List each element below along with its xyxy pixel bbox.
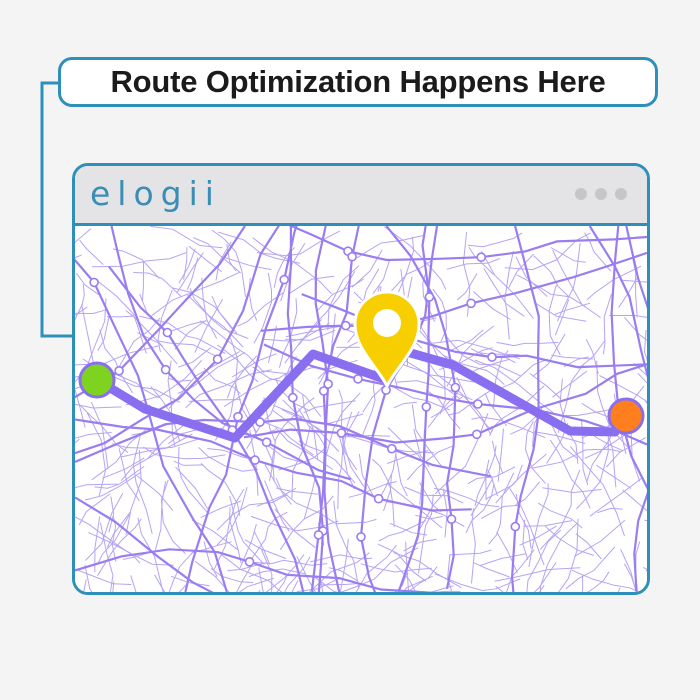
street-map[interactable]	[75, 226, 647, 592]
road-junction	[114, 366, 124, 376]
window-control-dot[interactable]	[615, 188, 627, 200]
road-junction	[244, 556, 255, 567]
road-junction	[466, 298, 476, 309]
headline-text: Route Optimization Happens Here	[110, 64, 606, 99]
road-junction	[340, 320, 351, 331]
road-junction	[233, 411, 243, 422]
road-junction	[510, 521, 521, 532]
start-point-icon	[78, 361, 116, 399]
road-junction	[386, 443, 397, 454]
road-junction	[261, 437, 272, 447]
end-point-icon	[607, 397, 645, 435]
road-junction	[347, 251, 357, 262]
road-junction	[89, 277, 99, 288]
headline-callout: Route Optimization Happens Here	[58, 57, 658, 107]
road-junction	[288, 392, 298, 403]
window-control-dot[interactable]	[575, 188, 587, 200]
road-junction	[450, 382, 461, 393]
window-control-dot[interactable]	[595, 188, 607, 200]
road-junction	[162, 327, 173, 338]
road-junction	[472, 399, 483, 409]
road-junction	[421, 402, 432, 412]
road-junction	[487, 352, 497, 362]
road-junction	[336, 428, 347, 438]
app-window: elogii	[72, 163, 650, 595]
road-junction	[446, 514, 457, 525]
road-junction	[353, 374, 363, 384]
road-junction	[373, 493, 384, 504]
road-junction	[323, 379, 333, 389]
brand-logo: elogii	[90, 174, 221, 213]
road-junction	[476, 252, 487, 263]
road-junction	[356, 532, 366, 542]
road-junction	[471, 429, 482, 440]
road-junction	[160, 364, 171, 375]
road-junction	[250, 455, 260, 465]
road-junction	[313, 530, 324, 540]
window-controls[interactable]	[575, 188, 627, 200]
window-titlebar: elogii	[75, 166, 647, 226]
road-junction	[424, 292, 435, 302]
road-junction	[279, 274, 289, 285]
road-junction	[212, 354, 223, 364]
